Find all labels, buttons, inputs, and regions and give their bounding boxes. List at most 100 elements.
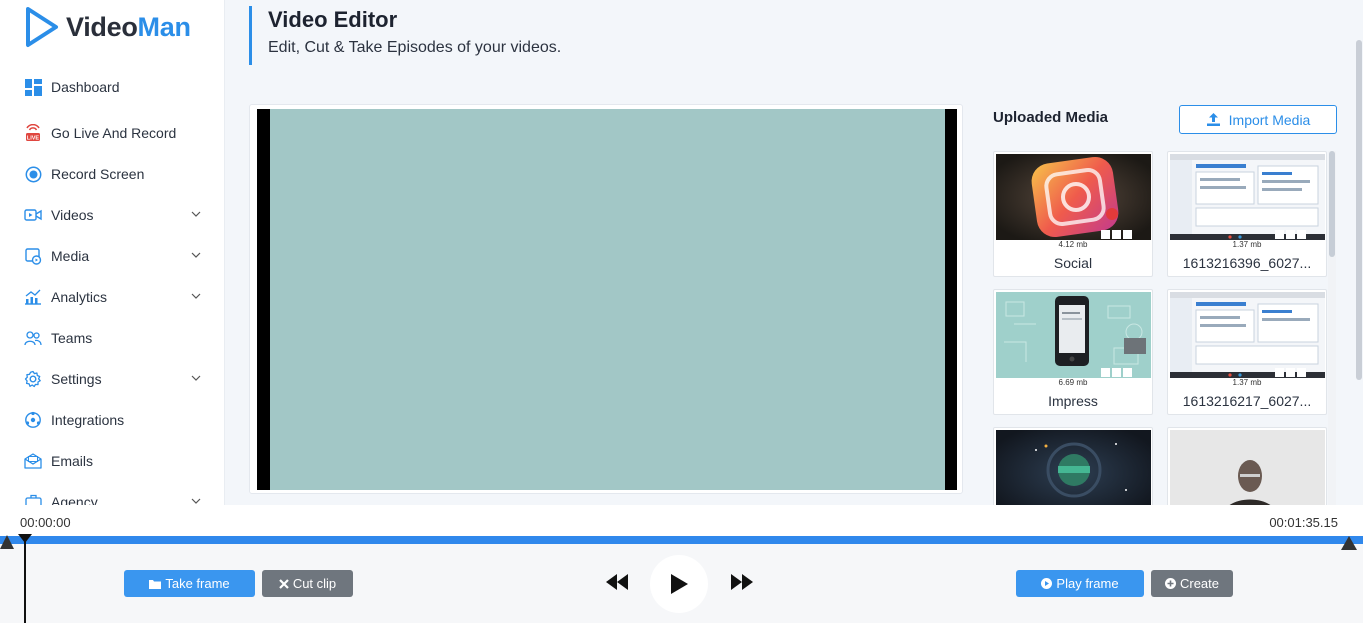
play-circle-icon bbox=[1041, 578, 1053, 589]
agency-icon bbox=[24, 493, 42, 505]
uploaded-media-title: Uploaded Media bbox=[993, 109, 1109, 126]
sidebar-item-label: Record Screen bbox=[51, 166, 145, 182]
dashboard-grid-icon bbox=[24, 78, 42, 96]
media-scrollbar[interactable] bbox=[1328, 151, 1336, 505]
media-scrollbar-thumb[interactable] bbox=[1329, 151, 1335, 257]
trash-icon[interactable] bbox=[1297, 368, 1306, 377]
media-thumbnail[interactable] bbox=[996, 292, 1151, 378]
trash-icon[interactable] bbox=[1123, 230, 1132, 239]
sidebar-item-settings[interactable]: Settings bbox=[0, 359, 224, 399]
sidebar-item-label: Teams bbox=[51, 330, 93, 346]
upload-icon bbox=[1206, 113, 1220, 126]
sidebar-item-analytics[interactable]: Analytics bbox=[0, 277, 224, 317]
media-actions bbox=[1275, 368, 1306, 377]
media-item[interactable] bbox=[993, 427, 1153, 505]
sidebar-item-label: Dashboard bbox=[51, 79, 120, 95]
video-player-card bbox=[249, 104, 963, 494]
media-name: Impress bbox=[1048, 393, 1098, 409]
sidebar-item-dashboard[interactable]: Dashboard bbox=[0, 67, 224, 107]
media-item[interactable] bbox=[1167, 427, 1327, 505]
editor-controls: Take frame Cut clip Play frame Create bbox=[0, 544, 1363, 623]
rewind-icon[interactable] bbox=[606, 574, 628, 590]
sidebar-item-label: Analytics bbox=[51, 289, 108, 305]
sidebar-item-label: Agency bbox=[51, 494, 98, 505]
play-frame-label: Play frame bbox=[1056, 576, 1119, 591]
page-title: Video Editor bbox=[268, 7, 398, 32]
record-icon bbox=[24, 165, 42, 183]
sidebar-item-agency[interactable]: Agency bbox=[0, 482, 224, 505]
sidebar-item-teams[interactable]: Teams bbox=[0, 318, 224, 358]
media-thumbnail[interactable] bbox=[1170, 430, 1325, 505]
take-frame-button[interactable]: Take frame bbox=[124, 570, 255, 597]
edit-icon[interactable] bbox=[1286, 368, 1295, 377]
logo-text: VideoMan bbox=[66, 11, 191, 42]
video-player[interactable] bbox=[257, 109, 957, 490]
trash-icon[interactable] bbox=[1123, 368, 1132, 377]
timeline-playhead-cap[interactable] bbox=[18, 534, 32, 543]
analytics-icon bbox=[24, 288, 42, 306]
edit-icon[interactable] bbox=[1112, 230, 1121, 239]
sidebar-item-emails[interactable]: Emails bbox=[0, 441, 224, 481]
sidebar-item-integrations[interactable]: Integrations bbox=[0, 400, 224, 440]
media-size: 1.37 mb bbox=[1232, 378, 1262, 387]
media-thumbnail[interactable] bbox=[996, 430, 1151, 505]
edit-icon[interactable] bbox=[1112, 368, 1121, 377]
page-scrollbar-thumb[interactable] bbox=[1356, 40, 1362, 380]
play-icon[interactable] bbox=[1101, 230, 1110, 239]
timeline-track[interactable] bbox=[0, 536, 1363, 544]
cut-icon bbox=[279, 578, 289, 589]
gear-icon bbox=[24, 370, 42, 388]
chevron-down-icon bbox=[191, 498, 201, 504]
sidebar-item-label: Videos bbox=[51, 207, 94, 223]
media-thumbnail[interactable] bbox=[996, 154, 1151, 240]
timeline-header: 00:00:00 00:01:35.15 bbox=[0, 505, 1363, 538]
play-icon[interactable] bbox=[1101, 368, 1110, 377]
media-size: 6.69 mb bbox=[1058, 378, 1088, 387]
teams-icon bbox=[24, 329, 42, 347]
play-icon[interactable] bbox=[1275, 368, 1284, 377]
sidebar: VideoMan Dashboard LIVE Go Live And Reco… bbox=[0, 0, 225, 505]
sidebar-item-go-live[interactable]: LIVE Go Live And Record bbox=[0, 113, 224, 153]
media-item[interactable]: 4.12 mb Social bbox=[993, 151, 1153, 277]
edit-icon[interactable] bbox=[1286, 230, 1295, 239]
play-icon[interactable] bbox=[1275, 230, 1284, 239]
chevron-down-icon bbox=[191, 211, 201, 217]
logo-play-icon bbox=[26, 7, 58, 47]
sidebar-item-label: Media bbox=[51, 248, 90, 264]
media-icon bbox=[24, 247, 42, 265]
media-item[interactable]: 1.37 mb 1613216396_6027... bbox=[1167, 151, 1327, 277]
timeline-start-handle[interactable] bbox=[0, 535, 14, 549]
timeline-end-handle[interactable] bbox=[1341, 536, 1357, 550]
media-thumbnail[interactable] bbox=[1170, 292, 1325, 378]
media-name: 1613216396_6027... bbox=[1182, 255, 1312, 271]
media-size: 1.37 mb bbox=[1232, 240, 1262, 249]
chevron-down-icon bbox=[191, 375, 201, 381]
page-header: Video Editor Edit, Cut & Take Episodes o… bbox=[249, 6, 561, 65]
media-thumbnail[interactable] bbox=[1170, 154, 1325, 240]
app-logo[interactable]: VideoMan bbox=[24, 6, 191, 48]
media-item[interactable]: 1.37 mb 1613216217_6027... bbox=[1167, 289, 1327, 415]
play-button[interactable] bbox=[650, 555, 708, 613]
sidebar-item-media[interactable]: Media bbox=[0, 236, 224, 276]
create-button[interactable]: Create bbox=[1151, 570, 1233, 597]
media-actions bbox=[1275, 230, 1306, 239]
fast-forward-icon[interactable] bbox=[731, 574, 753, 590]
video-canvas[interactable] bbox=[270, 109, 945, 490]
import-media-button[interactable]: Import Media bbox=[1179, 105, 1337, 134]
folder-icon bbox=[149, 579, 162, 589]
play-frame-button[interactable]: Play frame bbox=[1016, 570, 1144, 597]
sidebar-item-videos[interactable]: Videos bbox=[0, 195, 224, 235]
trash-icon[interactable] bbox=[1297, 230, 1306, 239]
import-media-label: Import Media bbox=[1228, 111, 1311, 128]
sidebar-item-label: Integrations bbox=[51, 412, 125, 428]
timeline-playhead[interactable] bbox=[24, 536, 26, 623]
live-icon: LIVE bbox=[24, 124, 42, 142]
media-item[interactable]: 6.69 mb Impress bbox=[993, 289, 1153, 415]
sidebar-item-label: Settings bbox=[51, 371, 102, 387]
media-grid: 4.12 mb Social 1.37 mb 1613216396_6027..… bbox=[993, 151, 1329, 505]
take-frame-label: Take frame bbox=[165, 576, 230, 591]
sidebar-item-record-screen[interactable]: Record Screen bbox=[0, 154, 224, 194]
cut-clip-button[interactable]: Cut clip bbox=[262, 570, 353, 597]
media-actions bbox=[1101, 368, 1132, 377]
play-icon bbox=[671, 574, 688, 594]
